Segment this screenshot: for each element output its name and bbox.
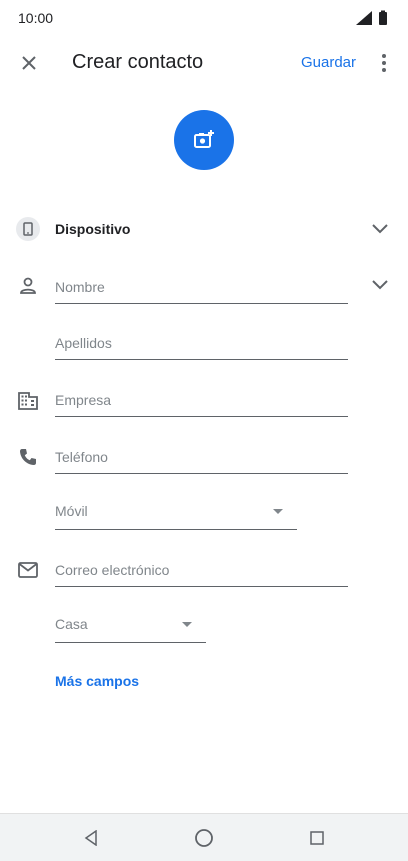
last-name-field: [55, 326, 348, 360]
recents-button[interactable]: [303, 824, 331, 852]
account-label[interactable]: Dispositivo: [55, 221, 130, 237]
status-time: 10:00: [18, 10, 54, 26]
more-options-button[interactable]: [372, 48, 396, 78]
recents-icon: [310, 831, 324, 845]
business-icon-wrap: [16, 388, 40, 412]
email-field: [55, 553, 348, 587]
first-name-field: [55, 270, 348, 304]
chevron-down-icon: [372, 224, 388, 234]
chevron-down-icon: [372, 280, 388, 290]
back-icon: [84, 830, 97, 846]
phone-icon-wrap: [16, 445, 40, 469]
phone-type-select[interactable]: Móvil: [55, 496, 297, 530]
more-vert-icon: [382, 54, 386, 72]
close-button[interactable]: [12, 46, 46, 80]
last-name-input[interactable]: [55, 326, 348, 359]
home-button[interactable]: [190, 824, 218, 852]
person-icon-wrap: [16, 274, 40, 298]
person-icon: [20, 277, 36, 294]
email-icon: [18, 562, 38, 578]
email-type-select[interactable]: Casa: [55, 609, 206, 643]
close-icon: [22, 56, 36, 70]
add-photo-icon: [194, 130, 214, 148]
status-bar: 10:00: [0, 0, 408, 36]
phone-type-value: Móvil: [55, 503, 88, 519]
account-expand-button[interactable]: [368, 217, 392, 241]
back-button[interactable]: [77, 824, 105, 852]
battery-icon: [379, 12, 387, 25]
name-expand-button[interactable]: [368, 273, 392, 297]
phone-input[interactable]: [55, 440, 348, 473]
status-icons: [356, 10, 390, 26]
email-type-value: Casa: [55, 616, 88, 632]
company-input[interactable]: [55, 383, 348, 416]
more-fields-button[interactable]: Más campos: [55, 673, 139, 689]
save-button[interactable]: Guardar: [301, 54, 356, 71]
home-icon: [195, 829, 213, 847]
phone-device-icon: [23, 222, 33, 236]
phone-icon: [20, 449, 36, 465]
dropdown-arrow-icon: [182, 622, 192, 627]
email-icon-wrap: [16, 558, 40, 582]
email-input[interactable]: [55, 553, 348, 586]
page-title: Crear contacto: [72, 51, 204, 73]
first-name-input[interactable]: [55, 270, 348, 303]
dropdown-arrow-icon: [273, 509, 283, 514]
company-field: [55, 383, 348, 417]
phone-field: [55, 440, 348, 474]
signal-icon: [356, 11, 372, 25]
add-photo-button[interactable]: [174, 110, 234, 170]
app-bar: Crear contacto Guardar: [0, 36, 408, 92]
business-icon: [18, 392, 38, 410]
navigation-bar: [0, 813, 408, 861]
create-contact-screen: 10:00 Crear contacto Guardar Dispositivo…: [0, 0, 408, 861]
account-icon-badge: [16, 217, 40, 241]
